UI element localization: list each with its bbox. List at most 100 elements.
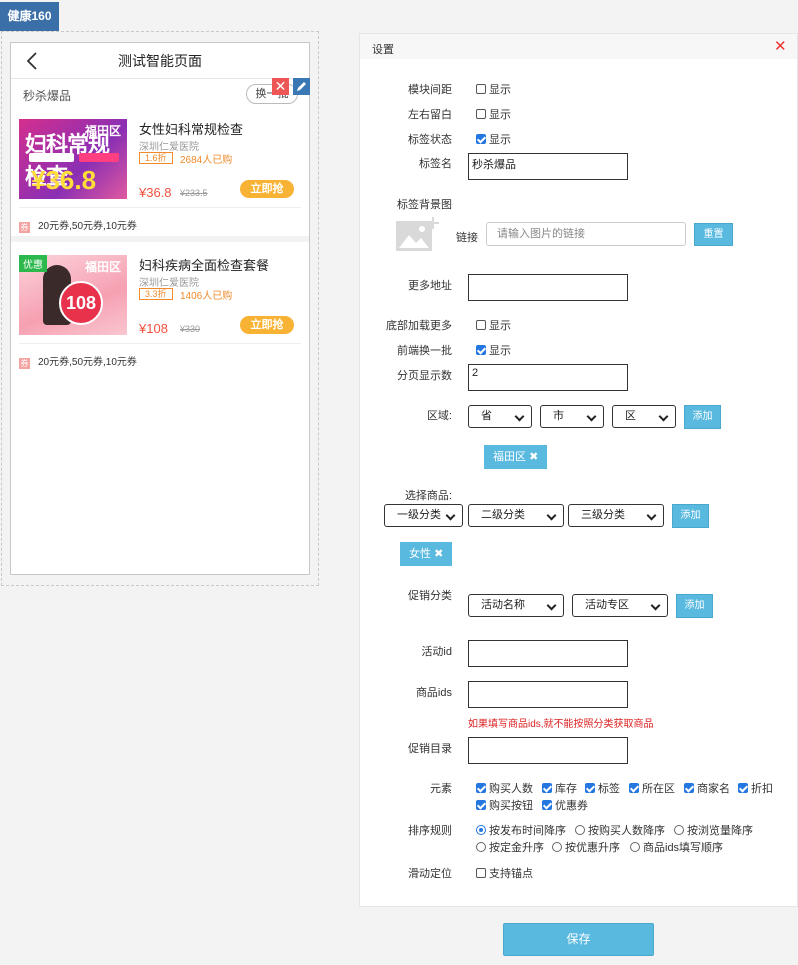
product-discount: 1.6折 [139, 152, 173, 164]
category1-select[interactable]: 一级分类 [384, 504, 463, 527]
category3-select[interactable]: 三级分类 [568, 504, 664, 527]
region-chip[interactable]: 福田区 ✖ [484, 445, 548, 469]
province-select[interactable]: 省 [468, 405, 532, 428]
more-url-input[interactable] [468, 274, 628, 301]
load-more-checkbox[interactable]: 显示 [476, 317, 511, 333]
elements-label: 元素 [430, 783, 452, 795]
link-label: 链接 [456, 232, 478, 244]
image-placeholder-icon[interactable] [396, 217, 442, 253]
element-checkbox[interactable]: 购买人数 [476, 780, 533, 796]
element-checkbox[interactable]: 标签 [585, 780, 620, 796]
page-size-label: 分页显示数 [397, 370, 452, 382]
product-price: ¥36.8 [139, 185, 172, 200]
tag-status-checkbox[interactable]: 显示 [476, 131, 511, 147]
module-spacing-checkbox[interactable]: 显示 [476, 81, 511, 97]
sort-radio[interactable]: 商品ids填写顺序 [630, 839, 723, 855]
frontend-swap-label: 前端换一批 [397, 345, 452, 357]
tag-name-input[interactable]: 秒杀爆品 [468, 153, 628, 180]
coupon-text: 20元券,50元券,10元券 [38, 221, 137, 232]
panel-title: 设置 [372, 44, 394, 56]
product-orig-price: ¥233.5 [180, 188, 208, 198]
tag-name-label: 标签名 [419, 158, 452, 170]
phone-preview: 测试智能页面 秒杀爆品 换一批 福田区 妇科常规检查 ¥36.8 女性妇科常规检… [10, 42, 310, 575]
activity-name-select[interactable]: 活动名称 [468, 594, 564, 617]
coupon-icon: 券 [19, 222, 30, 233]
region-label: 区域: [426, 410, 452, 422]
separator [11, 236, 309, 242]
activity-id-label: 活动id [421, 646, 452, 658]
product-orig-price: ¥330 [180, 324, 201, 334]
image-link-input[interactable]: 请输入图片的链接 [486, 222, 686, 246]
scroll-anchor-label: 滑动定位 [408, 868, 452, 880]
image-location: 福田区 [84, 260, 121, 274]
product-name: 女性妇科常规检查 [139, 122, 244, 137]
product-card[interactable]: 福田区 妇科常规检查 ¥36.8 女性妇科常规检查 深圳仁爱医院 1.6折 26… [11, 119, 309, 219]
activity-zone-select[interactable]: 活动专区 [572, 594, 668, 617]
frontend-swap-checkbox[interactable]: 显示 [476, 342, 511, 358]
product-image: 福田区 妇科常规检查 ¥36.8 [19, 119, 127, 199]
phone-title: 测试智能页面 [118, 53, 202, 69]
tag-bg-label: 标签背景图 [397, 199, 452, 211]
close-icon[interactable]: ✕ [774, 37, 787, 55]
goods-ids-label: 商品ids [415, 687, 452, 699]
more-url-label: 更多地址 [408, 280, 452, 292]
category2-select[interactable]: 二级分类 [468, 504, 564, 527]
element-checkbox[interactable]: 折扣 [738, 780, 773, 796]
scroll-anchor-checkbox[interactable]: 支持锚点 [476, 865, 533, 881]
chip-remove-icon[interactable]: ✖ [434, 548, 443, 560]
goods-ids-input[interactable] [468, 681, 628, 708]
region-add-button[interactable]: 添加 [684, 405, 721, 429]
goods-chip[interactable]: 女性 ✖ [400, 542, 453, 566]
coupon-row: 券 20元券,50元券,10元券 [19, 217, 137, 233]
goods-add-button[interactable]: 添加 [672, 504, 709, 528]
reset-button[interactable]: 重置 [694, 223, 733, 246]
product-sold: 1406人已购 [180, 291, 233, 302]
chip-remove-icon[interactable]: ✖ [529, 451, 538, 463]
image-price: 108 [59, 281, 103, 325]
load-more-label: 底部加载更多 [386, 320, 452, 332]
sort-radio[interactable]: 按购买人数降序 [575, 822, 665, 838]
goods-ids-warning: 如果填写商品ids,就不能按照分类获取商品 [468, 719, 654, 730]
goods-label: 选择商品: [404, 490, 452, 502]
sort-radio[interactable]: 按浏览量降序 [674, 822, 753, 838]
sort-radio[interactable]: 按定金升序 [476, 839, 544, 855]
product-price: ¥108 [139, 321, 168, 336]
promo-add-button[interactable]: 添加 [676, 594, 713, 618]
coupon-row: 券 20元券,50元券,10元券 [19, 353, 137, 369]
element-checkbox[interactable]: 库存 [542, 780, 577, 796]
buy-button[interactable]: 立即抢 [240, 180, 294, 198]
element-checkbox[interactable]: 优惠券 [542, 797, 588, 813]
promo-dir-label: 促销目录 [408, 743, 452, 755]
district-select[interactable]: 区 [612, 405, 676, 428]
city-select[interactable]: 市 [540, 405, 604, 428]
panel-header: 设置 ✕ [360, 34, 797, 59]
save-button[interactable]: 保存 [503, 923, 654, 956]
sort-label: 排序规则 [408, 825, 452, 837]
sort-radio[interactable]: 按发布时间降序 [476, 822, 566, 838]
buy-button[interactable]: 立即抢 [240, 316, 294, 334]
side-margin-label: 左右留白 [408, 109, 452, 121]
image-badge: 优惠 [19, 255, 47, 272]
element-checkbox[interactable]: 购买按钮 [476, 797, 533, 813]
image-price: ¥36.8 [31, 165, 97, 195]
page-size-input[interactable]: 2 [468, 364, 628, 391]
product-card[interactable]: 108 优惠 福田区 妇科疾病全面检查套餐 深圳仁爱医院 3.3折 1406人已… [11, 255, 309, 355]
promo-category-label: 促销分类 [408, 590, 452, 602]
image-tag-decoration [79, 153, 119, 162]
divider [19, 207, 301, 208]
side-margin-checkbox[interactable]: 显示 [476, 106, 511, 122]
image-tag-decoration [29, 153, 74, 162]
product-image: 108 优惠 福田区 [19, 255, 127, 335]
element-checkbox[interactable]: 所在区 [629, 780, 675, 796]
promo-dir-input[interactable] [468, 737, 628, 764]
activity-id-input[interactable] [468, 640, 628, 667]
section-title: 秒杀爆品 [23, 89, 72, 103]
delete-module-icon[interactable]: ✕ [272, 78, 289, 95]
coupon-text: 20元券,50元券,10元券 [38, 357, 137, 368]
module-spacing-label: 模块间距 [408, 84, 452, 96]
edit-module-icon[interactable] [293, 78, 310, 95]
element-checkbox[interactable]: 商家名 [684, 780, 730, 796]
sort-radio[interactable]: 按优惠升序 [552, 839, 620, 855]
divider [19, 343, 301, 344]
product-sold: 2684人已购 [180, 155, 233, 166]
